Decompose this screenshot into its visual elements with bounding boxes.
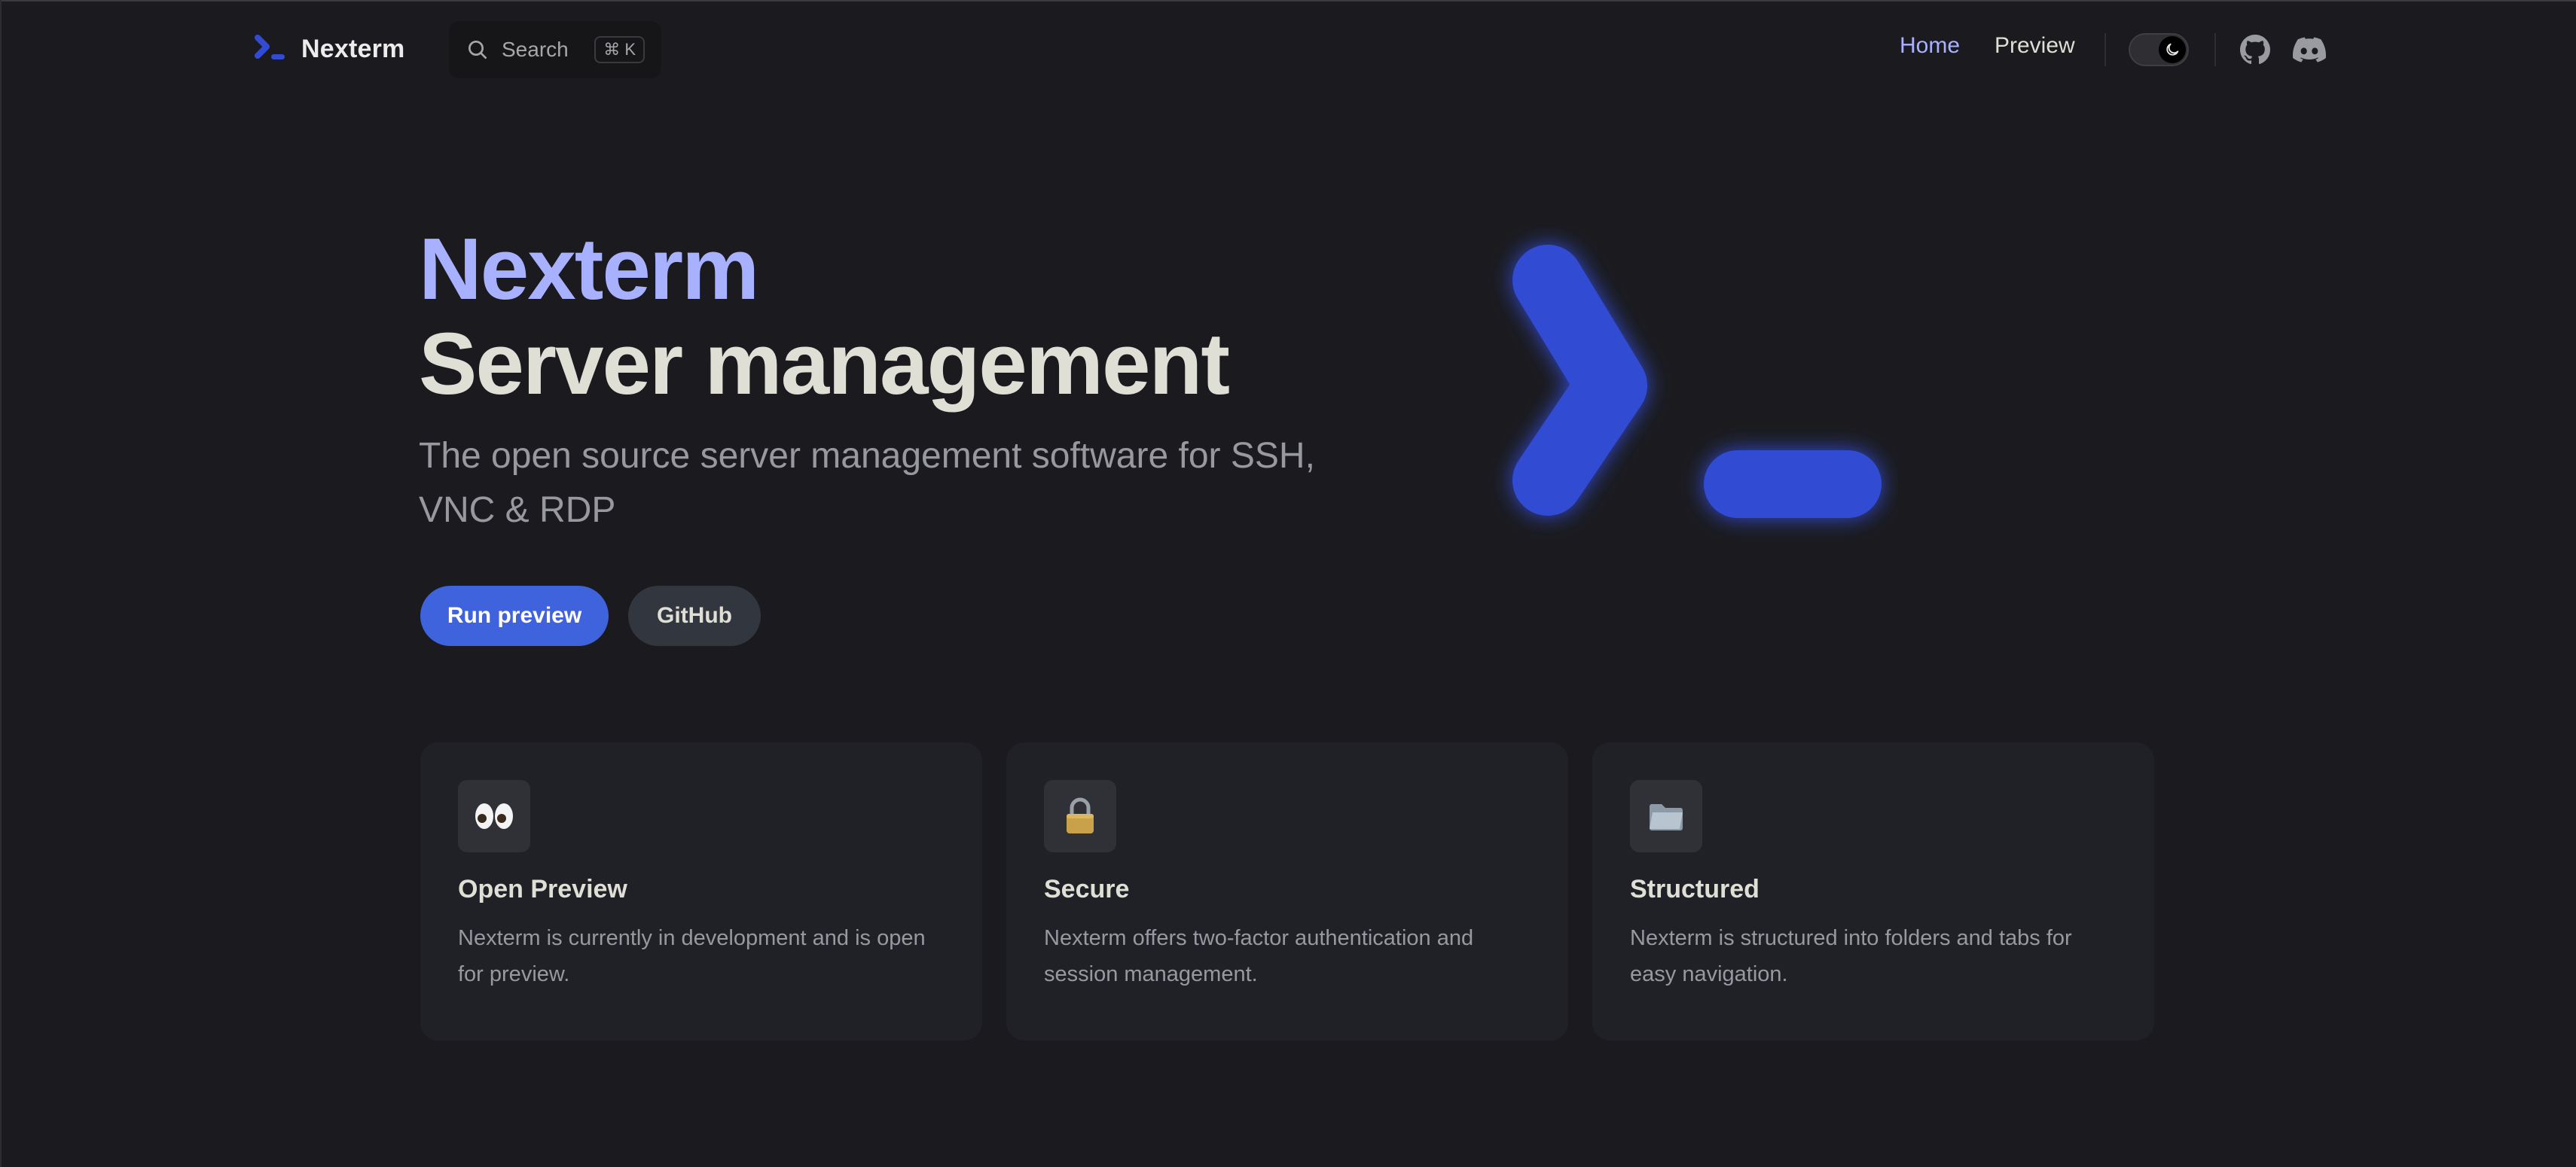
feature-card-open-preview: Open Preview Nexterm is currently in dev… <box>420 742 982 1041</box>
feature-details: Nexterm is currently in development and … <box>458 926 926 986</box>
github-link[interactable] <box>2239 33 2272 66</box>
nav-link-preview[interactable]: Preview <box>1995 33 2075 59</box>
feature-title: Structured <box>1630 875 1760 903</box>
feature-card-structured: Structured Nexterm is structured into fo… <box>1592 742 2154 1041</box>
nexterm-hero-logo-icon <box>1512 245 1882 518</box>
feature-title: Open Preview <box>458 875 627 903</box>
theme-toggle-knob <box>2159 36 2186 63</box>
feature-details: Nexterm offers two-factor authentication… <box>1044 926 1474 986</box>
theme-toggle[interactable] <box>2129 33 2189 66</box>
lock-icon <box>1044 780 1116 852</box>
feature-details: Nexterm is structured into folders and t… <box>1630 926 2072 986</box>
search-shortcut: ⌘ K <box>594 36 645 63</box>
hero-name: Nexterm <box>419 220 759 318</box>
discord-link[interactable] <box>2293 33 2326 66</box>
search-button[interactable]: Search ⌘ K <box>449 21 661 78</box>
github-icon <box>2240 35 2270 65</box>
search-label: Search <box>502 38 569 61</box>
discord-icon <box>2293 37 2326 62</box>
left-border <box>0 0 2 1167</box>
eyes-icon <box>458 780 530 852</box>
feature-title: Secure <box>1044 875 1130 903</box>
moon-icon <box>2166 43 2179 56</box>
top-navbar: Nexterm Search ⌘ K Home Preview <box>0 0 2576 98</box>
run-preview-button[interactable]: Run preview <box>420 586 609 646</box>
folder-icon <box>1630 780 1702 852</box>
hero-tagline: The open source server management softwa… <box>419 436 1315 530</box>
nav-link-home[interactable]: Home <box>1900 33 1960 59</box>
brand-title: Nexterm <box>301 34 405 63</box>
hero-headline: Server management <box>419 315 1230 413</box>
nav-divider <box>2104 33 2106 66</box>
brand-link[interactable]: Nexterm <box>253 32 404 66</box>
nexterm-logo-icon <box>255 35 285 59</box>
nav-divider-2 <box>2214 33 2216 66</box>
feature-card-secure: Secure Nexterm offers two-factor authent… <box>1006 742 1568 1041</box>
search-icon <box>469 41 487 59</box>
github-button[interactable]: GitHub <box>628 586 761 646</box>
